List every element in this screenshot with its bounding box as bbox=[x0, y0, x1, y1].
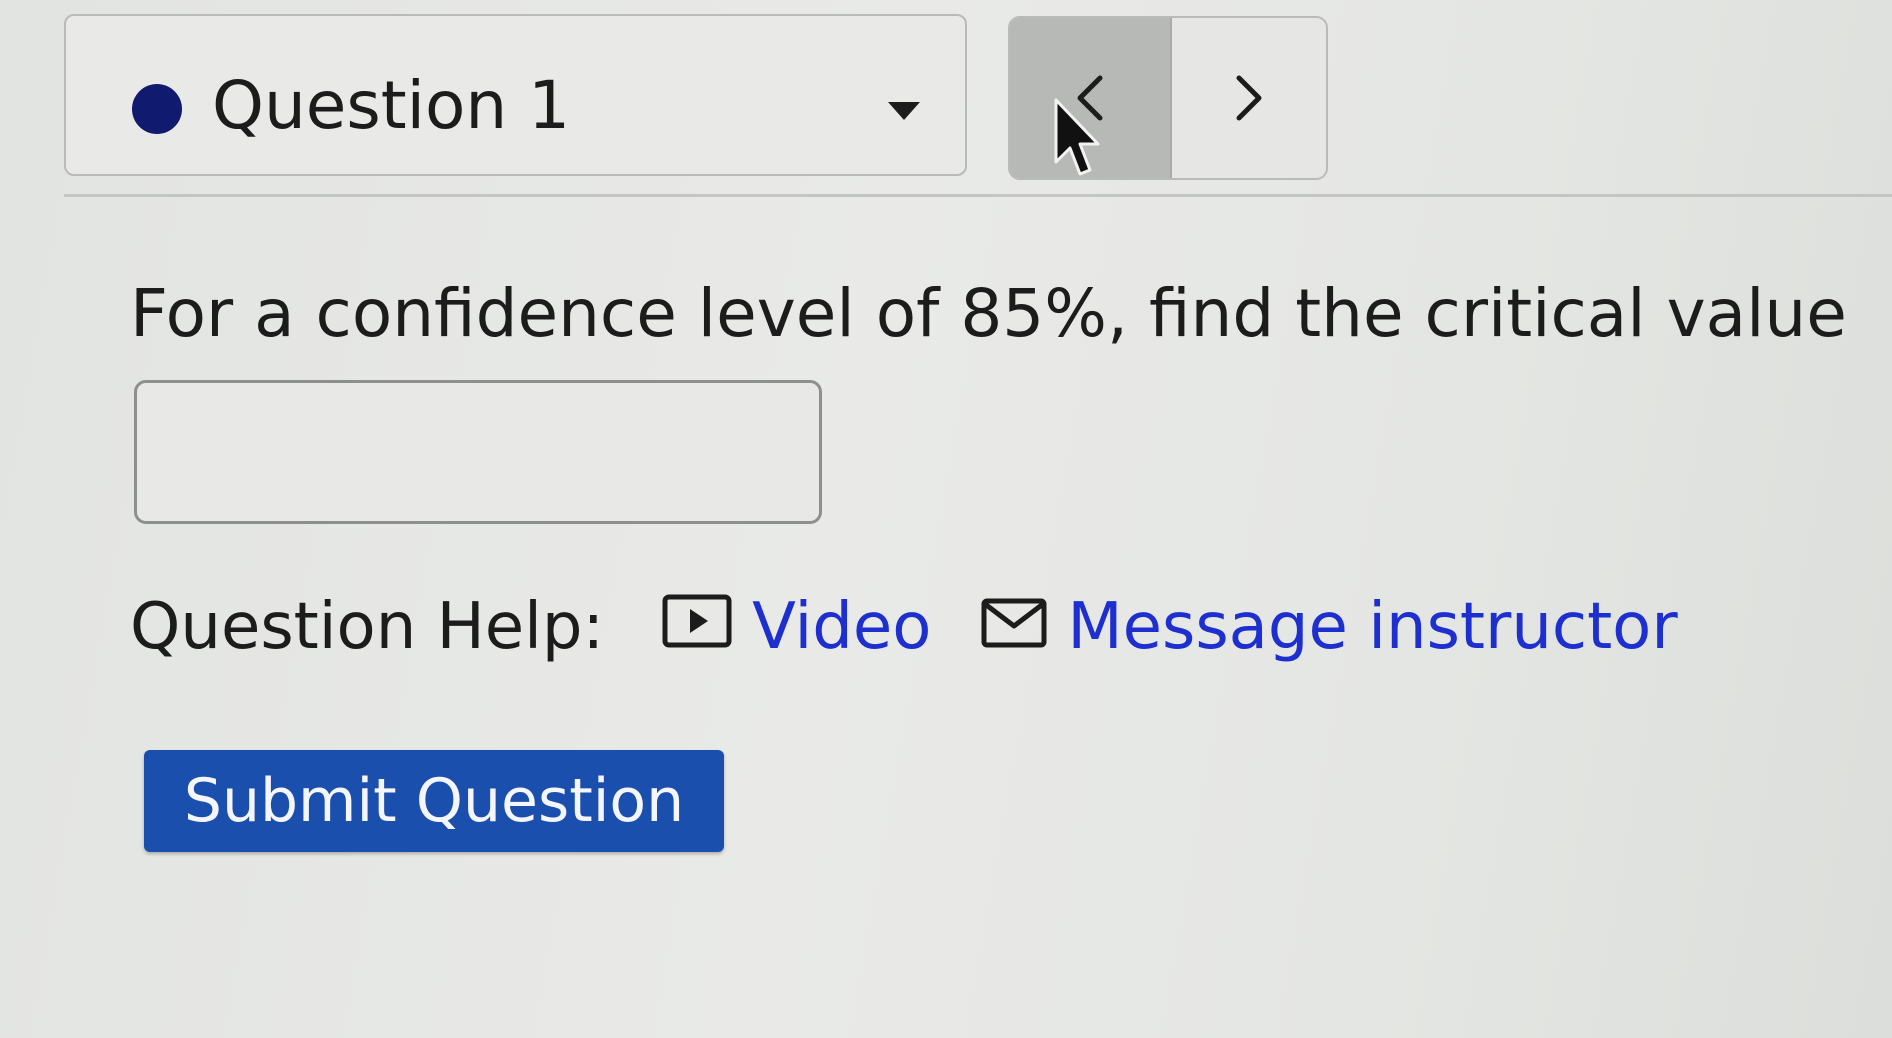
video-link-label: Video bbox=[752, 590, 932, 664]
chevron-left-icon bbox=[1077, 75, 1103, 121]
question-status-dot bbox=[132, 84, 182, 134]
question-selector-dropdown[interactable]: Question 1 bbox=[64, 14, 967, 176]
next-question-button[interactable] bbox=[1172, 18, 1326, 178]
envelope-icon bbox=[981, 590, 1047, 664]
message-instructor-label: Message instructor bbox=[1067, 590, 1678, 664]
question-help-row: Question Help: Video Message instructor bbox=[130, 582, 1678, 672]
header-divider bbox=[64, 194, 1892, 197]
caret-down-icon bbox=[888, 102, 920, 120]
video-help-link[interactable]: Video bbox=[662, 590, 931, 664]
question-help-label: Question Help: bbox=[130, 590, 605, 664]
previous-question-button[interactable] bbox=[1010, 18, 1172, 178]
message-instructor-link[interactable]: Message instructor bbox=[981, 590, 1678, 664]
question-selector-label: Question 1 bbox=[212, 67, 571, 144]
question-nav-group bbox=[1008, 16, 1328, 180]
question-page: Question 1 For a confidence level of 85%… bbox=[0, 0, 1892, 1038]
answer-input[interactable] bbox=[134, 380, 822, 524]
submit-question-button[interactable]: Submit Question bbox=[144, 750, 724, 852]
video-play-icon bbox=[662, 590, 732, 664]
chevron-right-icon bbox=[1236, 75, 1262, 121]
question-prompt: For a confidence level of 85%, find the … bbox=[130, 275, 1847, 352]
